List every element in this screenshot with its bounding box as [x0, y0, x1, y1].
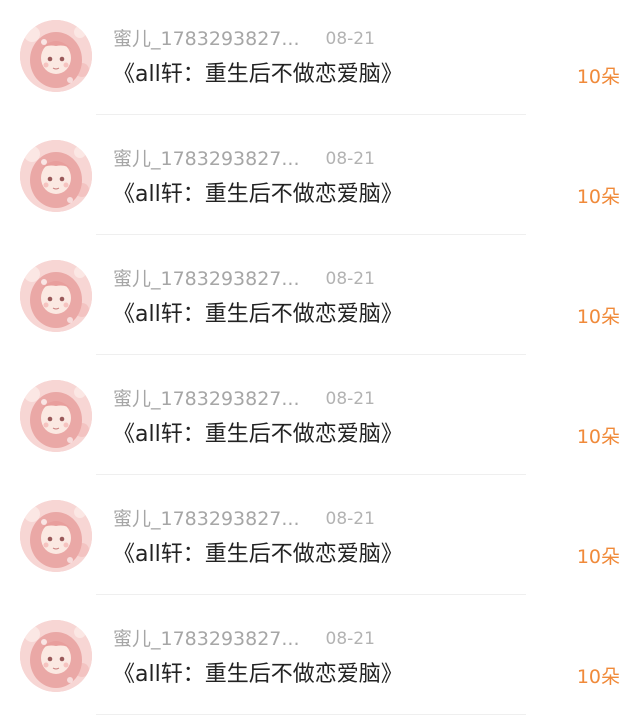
username[interactable]: 蜜儿_1783293827...: [113, 147, 300, 171]
gift-amount: 10朵: [576, 546, 620, 568]
item-meta: 蜜儿_1783293827... 08-21: [113, 387, 375, 411]
item-meta: 蜜儿_1783293827... 08-21: [113, 507, 375, 531]
gift-amount: 10朵: [576, 666, 620, 688]
avatar[interactable]: [20, 260, 92, 332]
divider: [96, 594, 526, 595]
username[interactable]: 蜜儿_1783293827...: [113, 627, 300, 651]
gift-record-list: 蜜儿_1783293827... 08-21 《all轩：重生后不做恋爱脑》 10…: [0, 0, 640, 721]
date: 08-21: [325, 509, 375, 529]
book-title[interactable]: 《all轩：重生后不做恋爱脑》: [113, 540, 403, 570]
gift-amount: 10朵: [576, 186, 620, 208]
anime-girl-avatar-icon: [20, 380, 92, 452]
book-title[interactable]: 《all轩：重生后不做恋爱脑》: [113, 60, 403, 90]
list-item[interactable]: 蜜儿_1783293827... 08-21 《all轩：重生后不做恋爱脑》 10…: [0, 0, 640, 120]
list-item[interactable]: 蜜儿_1783293827... 08-21 《all轩：重生后不做恋爱脑》 10…: [0, 240, 640, 360]
book-title[interactable]: 《all轩：重生后不做恋爱脑》: [113, 300, 403, 330]
anime-girl-avatar-icon: [20, 20, 92, 92]
username[interactable]: 蜜儿_1783293827...: [113, 267, 300, 291]
anime-girl-avatar-icon: [20, 260, 92, 332]
avatar[interactable]: [20, 380, 92, 452]
list-item[interactable]: 蜜儿_1783293827... 08-21 《all轩：重生后不做恋爱脑》 10…: [0, 120, 640, 240]
username[interactable]: 蜜儿_1783293827...: [113, 27, 300, 51]
avatar[interactable]: [20, 500, 92, 572]
username[interactable]: 蜜儿_1783293827...: [113, 387, 300, 411]
divider: [96, 474, 526, 475]
date: 08-21: [325, 629, 375, 649]
item-meta: 蜜儿_1783293827... 08-21: [113, 267, 375, 291]
list-item[interactable]: 蜜儿_1783293827... 08-21 《all轩：重生后不做恋爱脑》 10…: [0, 600, 640, 720]
date: 08-21: [325, 149, 375, 169]
date: 08-21: [325, 29, 375, 49]
list-item[interactable]: 蜜儿_1783293827... 08-21 《all轩：重生后不做恋爱脑》 10…: [0, 480, 640, 600]
item-meta: 蜜儿_1783293827... 08-21: [113, 147, 375, 171]
anime-girl-avatar-icon: [20, 620, 92, 692]
avatar[interactable]: [20, 620, 92, 692]
divider: [96, 354, 526, 355]
gift-amount: 10朵: [576, 306, 620, 328]
anime-girl-avatar-icon: [20, 140, 92, 212]
gift-amount: 10朵: [576, 426, 620, 448]
date: 08-21: [325, 389, 375, 409]
divider: [96, 234, 526, 235]
item-meta: 蜜儿_1783293827... 08-21: [113, 627, 375, 651]
avatar[interactable]: [20, 140, 92, 212]
book-title[interactable]: 《all轩：重生后不做恋爱脑》: [113, 420, 403, 450]
item-meta: 蜜儿_1783293827... 08-21: [113, 27, 375, 51]
date: 08-21: [325, 269, 375, 289]
username[interactable]: 蜜儿_1783293827...: [113, 507, 300, 531]
divider: [96, 714, 526, 715]
anime-girl-avatar-icon: [20, 500, 92, 572]
book-title[interactable]: 《all轩：重生后不做恋爱脑》: [113, 660, 403, 690]
book-title[interactable]: 《all轩：重生后不做恋爱脑》: [113, 180, 403, 210]
list-item[interactable]: 蜜儿_1783293827... 08-21 《all轩：重生后不做恋爱脑》 10…: [0, 360, 640, 480]
gift-amount: 10朵: [576, 66, 620, 88]
divider: [96, 114, 526, 115]
avatar[interactable]: [20, 20, 92, 92]
